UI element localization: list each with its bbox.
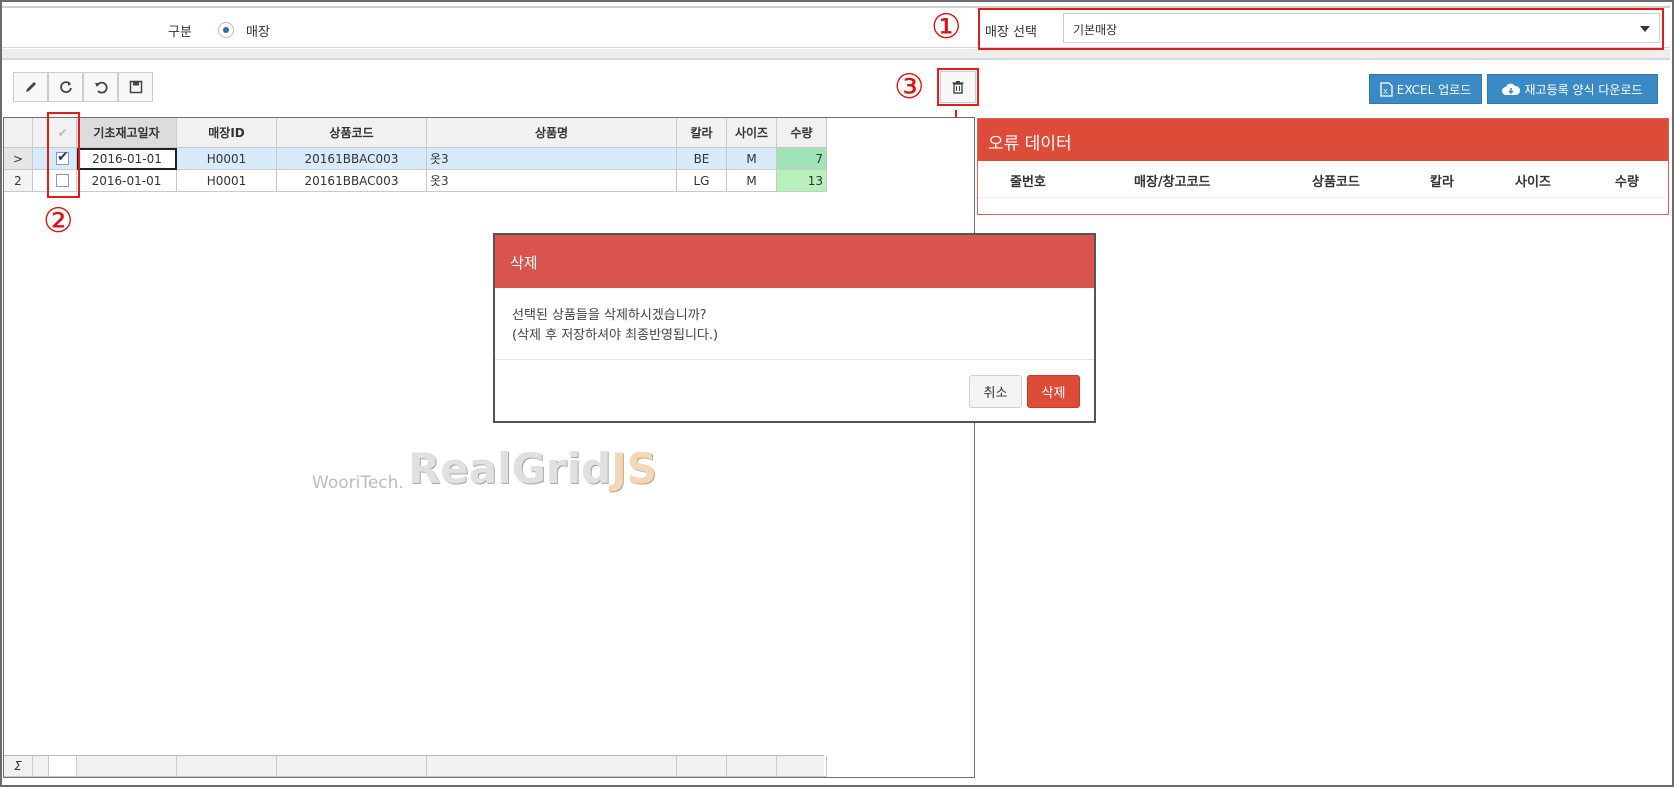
table-cell-product-name[interactable]: 옷3 [427, 170, 677, 192]
annotation-marker-1: ① [931, 7, 962, 47]
grid-header-qty[interactable]: 수량 [777, 118, 827, 148]
annotation-marker-3: ③ [894, 67, 925, 107]
table-cell-date[interactable]: 2016-01-01 [77, 170, 177, 192]
dialog-message-line-1: 선택된 상품들을 삭제하시겠습니까? [512, 308, 707, 323]
table-cell-date[interactable]: 2016-01-01 [77, 148, 177, 170]
undo-icon [94, 81, 108, 94]
footer-cell [427, 756, 677, 777]
refresh-icon [59, 81, 72, 93]
undo-button[interactable] [83, 72, 118, 102]
realgrid-watermark: WooriTech. RealGridJS [312, 444, 657, 493]
error-col-qty: 수량 [1615, 175, 1639, 190]
row-indicator[interactable]: 2 [4, 170, 33, 192]
save-icon [129, 80, 142, 94]
grid-header-color[interactable]: 칼라 [677, 118, 727, 148]
table-cell-product-code[interactable]: 20161BBAC003 [277, 170, 427, 192]
table-cell-store-id[interactable]: H0001 [177, 170, 277, 192]
footer-cell [727, 756, 777, 777]
table-cell-product-code[interactable]: 20161BBAC003 [277, 148, 427, 170]
table-cell-color[interactable]: BE [677, 148, 727, 170]
dialog-message: 선택된 상품들을 삭제하시겠습니까? (삭제 후 저장하셔야 최종반영됩니다.) [512, 306, 718, 346]
grid-header-store-id[interactable]: 매장ID [177, 118, 277, 148]
annotation-marker-2: ② [43, 201, 74, 241]
store-select-value: 기본매장 [1073, 23, 1118, 37]
template-download-label: 재고등록 양식 다운로드 [1524, 82, 1643, 97]
delete-button[interactable] [940, 71, 976, 103]
store-radio[interactable] [218, 22, 234, 38]
grid-header-size[interactable]: 사이즈 [727, 118, 777, 148]
template-download-button[interactable]: 재고등록 양식 다운로드 [1487, 74, 1658, 104]
dialog-message-line-2: (삭제 후 저장하셔야 최종반영됩니다.) [512, 328, 719, 343]
cancel-button[interactable]: 취소 [969, 375, 1022, 408]
footer-sum-symbol: Σ [4, 756, 33, 777]
error-panel-title: 오류 데이터 [978, 119, 1668, 161]
grid-footer: Σ [4, 755, 827, 777]
filter-bar-divider [2, 49, 1670, 60]
footer-cell [777, 756, 827, 777]
confirm-delete-button[interactable]: 삭제 [1027, 375, 1080, 408]
footer-cell [49, 756, 77, 777]
annotation-box-checkbox [47, 112, 80, 198]
refresh-button[interactable] [48, 72, 83, 102]
table-cell-product-name[interactable]: 옷3 [427, 148, 677, 170]
table-cell-color[interactable]: LG [677, 170, 727, 192]
radio-dot [223, 27, 229, 33]
grid-header-date[interactable]: 기초재고일자 [77, 118, 177, 148]
dialog-divider [495, 359, 1094, 360]
footer-cell [677, 756, 727, 777]
cloud-download-icon [1502, 83, 1521, 95]
grid-header-product-code[interactable]: 상품코드 [277, 118, 427, 148]
error-data-panel: 오류 데이터 줄번호 매장/창고코드 상품코드 칼라 사이즈 수량 [977, 118, 1669, 215]
table-cell-qty[interactable]: 13 [777, 170, 827, 192]
table-cell-qty[interactable]: 7 [777, 148, 827, 170]
footer-cell [33, 756, 49, 777]
pencil-icon [25, 82, 36, 92]
watermark-product-suffix: JS [611, 444, 658, 493]
grid-corner [4, 118, 33, 148]
group-label: 구분 [168, 25, 192, 40]
footer-cell [177, 756, 277, 777]
table-cell-store-id[interactable]: H0001 [177, 148, 277, 170]
dialog-title: 삭제 [495, 235, 1094, 288]
watermark-product: RealGrid [407, 444, 612, 493]
table-cell-size[interactable]: M [727, 148, 777, 170]
svg-text:X: X [1383, 88, 1388, 96]
trash-icon [952, 81, 964, 94]
error-col-color: 칼라 [1430, 175, 1454, 190]
error-col-size: 사이즈 [1515, 175, 1551, 190]
error-col-store-code: 매장/창고코드 [1134, 175, 1211, 190]
excel-file-icon: X [1380, 81, 1393, 97]
error-col-product-code: 상품코드 [1312, 175, 1360, 190]
store-radio-label[interactable]: 매장 [246, 21, 270, 40]
excel-upload-label: EXCEL 업로드 [1396, 82, 1472, 97]
error-col-line-no: 줄번호 [1010, 175, 1046, 190]
table-cell-size[interactable]: M [727, 170, 777, 192]
footer-cell [77, 756, 177, 777]
row-indicator[interactable]: > [4, 148, 33, 170]
error-header-divider [978, 197, 1668, 198]
delete-confirm-dialog: 삭제 선택된 상품들을 삭제하시겠습니까? (삭제 후 저장하셔야 최종반영됩니… [493, 233, 1096, 423]
grid-header-product-name[interactable]: 상품명 [427, 118, 677, 148]
excel-upload-button[interactable]: X EXCEL 업로드 [1369, 74, 1482, 104]
edit-button[interactable] [13, 72, 48, 102]
store-select-label: 매장 선택 [985, 25, 1037, 40]
watermark-company: WooriTech. [312, 473, 404, 493]
store-select[interactable]: 기본매장 [1063, 13, 1660, 43]
footer-cell [277, 756, 427, 777]
chevron-down-icon [1640, 26, 1650, 32]
save-button[interactable] [118, 72, 153, 102]
